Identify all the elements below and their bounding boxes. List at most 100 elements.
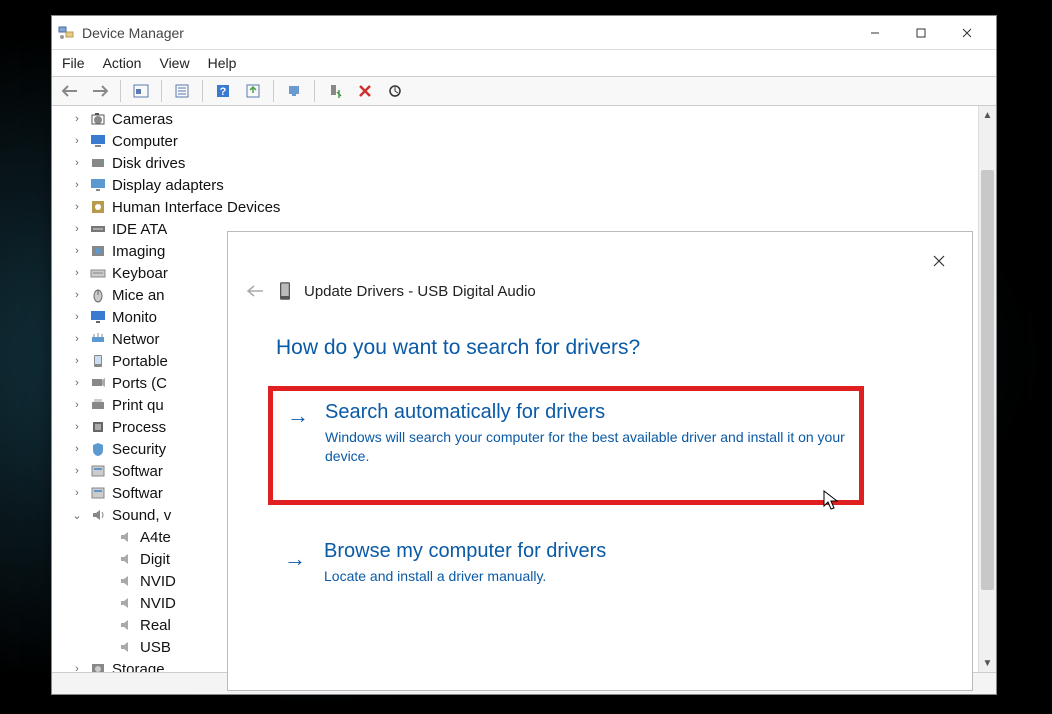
back-arrow-icon: [246, 284, 264, 298]
speaker-icon: [118, 595, 134, 611]
expander-icon[interactable]: ›: [70, 663, 84, 672]
tree-node-label: Process: [112, 419, 166, 436]
svg-text:?: ?: [220, 86, 227, 98]
expander-icon[interactable]: ›: [70, 157, 84, 169]
tree-node[interactable]: › Computer: [70, 130, 978, 152]
tree-node-label: Sound, v: [112, 507, 171, 524]
close-icon: [933, 255, 945, 267]
tree-node-label: Disk drives: [112, 155, 185, 172]
scrollbar-thumb[interactable]: [981, 170, 994, 590]
expander-icon[interactable]: ›: [70, 333, 84, 345]
toolbar-separator: [161, 80, 162, 102]
dialog-close-button[interactable]: [924, 246, 954, 276]
tree-node-label: Imaging: [112, 243, 165, 260]
back-button[interactable]: [56, 78, 84, 104]
tree-node[interactable]: › Human Interface Devices: [70, 196, 978, 218]
expander-icon[interactable]: ›: [70, 399, 84, 411]
imaging-icon: [90, 243, 106, 259]
menu-file[interactable]: File: [62, 55, 85, 71]
window-title: Device Manager: [82, 25, 852, 41]
tree-node-label: Portable: [112, 353, 168, 370]
device-manager-window: Device Manager File Action View Help ?: [51, 15, 997, 695]
print-icon: [90, 397, 106, 413]
tree-node-label: Softwar: [112, 463, 163, 480]
close-button[interactable]: [944, 18, 990, 48]
dialog-heading: How do you want to search for drivers?: [276, 336, 972, 360]
dialog-back-button[interactable]: [244, 280, 266, 302]
titlebar[interactable]: Device Manager: [52, 16, 996, 50]
option-description: Locate and install a driver manually.: [324, 567, 844, 586]
display-icon: [90, 177, 106, 193]
expander-icon[interactable]: ›: [70, 135, 84, 147]
uninstall-device-button[interactable]: [351, 78, 379, 104]
expander-icon[interactable]: ⌄: [70, 509, 84, 522]
computer-icon: [90, 133, 106, 149]
tree-node-label: Print qu: [112, 397, 164, 414]
menu-view[interactable]: View: [159, 55, 189, 71]
tree-node[interactable]: › Disk drives: [70, 152, 978, 174]
scroll-up-button[interactable]: ▲: [979, 106, 996, 124]
expander-icon[interactable]: ›: [70, 487, 84, 499]
expander-icon[interactable]: ›: [70, 311, 84, 323]
tree-node-label: Softwar: [112, 485, 163, 502]
help-button[interactable]: ?: [209, 78, 237, 104]
toolbar-separator: [202, 80, 203, 102]
expander-icon[interactable]: ›: [70, 443, 84, 455]
option-description: Windows will search your computer for th…: [325, 428, 845, 466]
speaker-icon: [118, 529, 134, 545]
vertical-scrollbar[interactable]: ▲ ▼: [978, 106, 996, 672]
tree-node-label: Security: [112, 441, 166, 458]
enable-device-button[interactable]: [280, 78, 308, 104]
tree-node-label: IDE ATA: [112, 221, 167, 238]
tree-node-label: Human Interface Devices: [112, 199, 280, 216]
menu-help[interactable]: Help: [208, 55, 237, 71]
option-search-automatically[interactable]: → Search automatically for drivers Windo…: [268, 386, 864, 505]
tree-node-label: Networ: [112, 331, 160, 348]
speaker-icon: [118, 551, 134, 567]
tree-node[interactable]: ›Cameras: [70, 108, 978, 130]
software-icon: [90, 485, 106, 501]
toolbar-separator: [314, 80, 315, 102]
expander-icon[interactable]: ›: [70, 113, 84, 125]
show-hide-tree-button[interactable]: [127, 78, 155, 104]
expander-icon[interactable]: ›: [70, 289, 84, 301]
expander-icon[interactable]: ›: [70, 355, 84, 367]
expander-icon[interactable]: ›: [70, 245, 84, 257]
update-driver-button[interactable]: [239, 78, 267, 104]
speaker-icon: [118, 573, 134, 589]
toolbar-separator: [120, 80, 121, 102]
monitor-icon: [90, 309, 106, 325]
scan-hardware-button[interactable]: [381, 78, 409, 104]
minimize-button[interactable]: [852, 18, 898, 48]
device-icon: [278, 281, 292, 301]
expander-icon[interactable]: ›: [70, 465, 84, 477]
expander-icon[interactable]: ›: [70, 377, 84, 389]
tree-node-label: NVID: [140, 573, 176, 590]
scroll-down-button[interactable]: ▼: [979, 654, 996, 672]
expander-icon[interactable]: ›: [70, 179, 84, 191]
expander-icon[interactable]: ›: [70, 267, 84, 279]
expander-icon[interactable]: ›: [70, 223, 84, 235]
expander-icon[interactable]: ›: [70, 201, 84, 213]
dialog-title: Update Drivers - USB Digital Audio: [304, 283, 536, 300]
forward-button[interactable]: [86, 78, 114, 104]
tree-node-label: Real: [140, 617, 171, 634]
tree-node-label: Ports (C: [112, 375, 167, 392]
maximize-button[interactable]: [898, 18, 944, 48]
properties-button[interactable]: [168, 78, 196, 104]
sound-icon: [90, 507, 106, 523]
menu-action[interactable]: Action: [103, 55, 142, 71]
ports-icon: [90, 375, 106, 391]
expander-icon[interactable]: ›: [70, 421, 84, 433]
tree-node-label: NVID: [140, 595, 176, 612]
tree-node-label: Storage: [112, 661, 165, 673]
arrow-right-icon: →: [284, 546, 306, 572]
keyboard-icon: [90, 265, 106, 281]
option-browse-computer[interactable]: → Browse my computer for drivers Locate …: [268, 530, 864, 596]
tree-node-label: Keyboar: [112, 265, 168, 282]
scrollbar-track[interactable]: [979, 124, 996, 654]
tree-node[interactable]: ›Display adapters: [70, 174, 978, 196]
disable-device-button[interactable]: [321, 78, 349, 104]
tree-node-label: Computer: [112, 133, 178, 150]
disk-icon: [90, 155, 106, 171]
